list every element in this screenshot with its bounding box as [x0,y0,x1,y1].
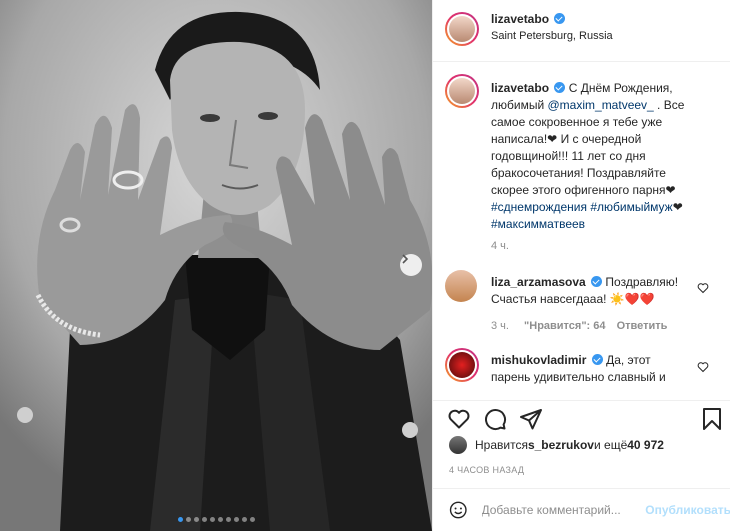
caption-avatar[interactable] [445,74,479,108]
caption-line: бракосочетания! Поздравляйте [491,166,666,180]
bookmark-icon[interactable] [701,407,723,431]
comment-text: liza_arzamasova Поздравляю! Счастья навс… [491,274,701,308]
hashtag-link[interactable]: #максимматвеев [491,217,585,231]
comment-line: Поздравляю! [605,275,679,289]
heart-icon[interactable] [447,407,471,431]
caption-line: . Все [653,98,685,112]
likes-count[interactable]: 40 972 [627,438,664,452]
caption-line: самое сокровенное я тебе уже [491,115,663,129]
carousel-indicator [0,517,432,522]
carousel-next-button[interactable] [400,254,422,276]
liker-username[interactable]: s_bezrukov [528,438,594,452]
caption-line: скорее этого офигенного парня❤ [491,183,676,197]
share-icon[interactable] [519,407,543,431]
avatar [449,16,475,42]
avatar-story-ring[interactable] [445,12,479,46]
like-comment-heart-icon[interactable] [697,361,709,373]
liker-avatar[interactable] [449,436,467,454]
post-location[interactable]: Saint Petersburg, Russia [491,30,613,42]
carousel-dot [193,517,199,522]
hashtag-link[interactable]: #сднемрождения [491,200,587,214]
carousel-dot [185,517,191,522]
comment-icon[interactable] [483,407,507,431]
hashtag-link[interactable]: #любимыймуж [590,200,672,214]
comment-username[interactable]: mishukovladimir [491,353,586,367]
commenter-avatar[interactable] [445,348,479,382]
commenter-avatar[interactable] [445,270,477,302]
comment-time[interactable]: 3 ч. [491,320,509,332]
verified-icon [591,354,603,365]
carousel-dot [201,517,207,522]
avatar [449,352,475,378]
likes-prefix: Нравится [475,438,528,452]
like-comment-heart-icon[interactable] [697,282,709,294]
post-timestamp[interactable]: 4 ЧАСОВ НАЗАД [449,465,524,475]
verified-icon [554,13,566,24]
publish-button[interactable]: Опубликовать [645,503,730,517]
caption-text: lizavetabo С Днём Рождения, любимый @max… [491,80,723,233]
caption-line: С Днём Рождения, [568,81,673,95]
caption-emoji: ❤ [672,200,683,214]
post-actions [433,400,730,436]
avatar [449,78,475,104]
carousel-dot [241,517,247,522]
emoji-icon[interactable] [449,499,468,521]
comment-input[interactable] [481,503,642,517]
reply-button[interactable]: Ответить [617,320,668,332]
verified-icon [591,276,603,287]
carousel-dot [233,517,239,522]
carousel-dot [177,517,183,522]
carousel-dot [249,517,255,522]
comment-line: Да, этот [606,353,651,367]
comments-section: lizavetabo С Днём Рождения, любимый @max… [433,62,730,400]
carousel-dot [209,517,215,522]
chevron-right-icon [402,254,409,264]
caption-line: написала!❤ И с очередной [491,132,642,146]
likes-middle: и ещё [593,438,628,452]
post-side-panel: lizavetabo Saint Petersburg, Russia liza… [432,0,730,531]
add-comment-bar: Опубликовать [433,488,730,531]
post-author-username[interactable]: lizavetabo [491,12,549,26]
carousel-dot [225,517,231,522]
comment-text: mishukovladimir Да, этот парень удивител… [491,352,701,386]
comment-meta: 3 ч. "Нравится": 64 Ответить [491,320,667,332]
caption-time[interactable]: 4 ч. [491,240,509,252]
verified-icon [554,82,566,93]
caption-username[interactable]: lizavetabo [491,81,549,95]
photo-illustration [0,0,432,531]
post-header: lizavetabo Saint Petersburg, Russia [433,0,730,62]
comment-likes[interactable]: "Нравится": 64 [524,320,605,332]
comment-username[interactable]: liza_arzamasova [491,275,586,289]
mention-link[interactable]: @maxim_matveev_ [548,98,654,112]
caption-line: любимый [491,98,548,112]
caption-line: годовщиной!!! 11 лет со дня [491,149,646,163]
carousel-dot [217,517,223,522]
comment-line: парень удивительно славный и [491,370,666,384]
post-photo[interactable] [0,0,432,531]
likes-summary[interactable]: Нравится s_bezrukov и ещё 40 972 [449,436,664,454]
comment-line: Счастья навсегдааа! ☀️❤️❤️ [491,292,655,306]
